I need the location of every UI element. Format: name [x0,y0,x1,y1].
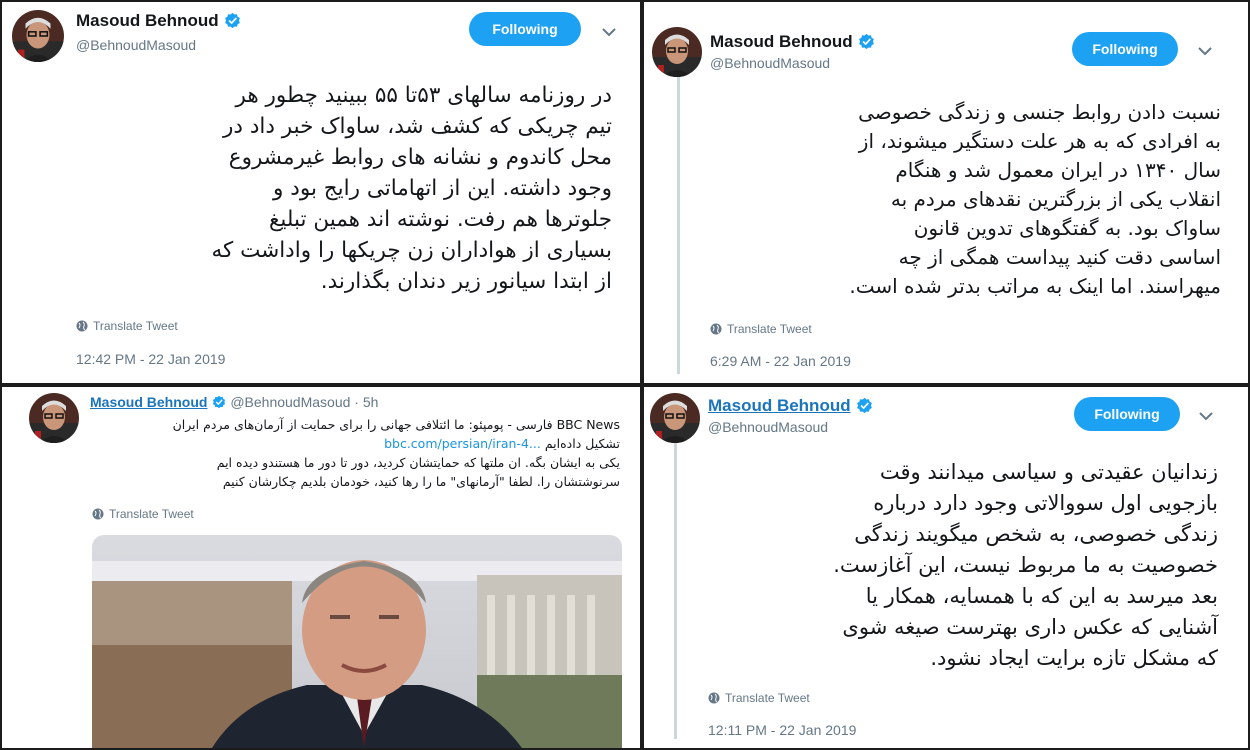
translate-tweet-link[interactable]: Translate Tweet [710,322,812,336]
tweet-line: سال ۱۳۴۰ در ایران معمول شد و هنگام [895,158,1221,182]
following-button[interactable]: Following [469,12,581,46]
tweet-text: در روزنامه سالهای ۵۳تا ۵۵ ببینید چطور هر… [211,80,612,297]
tweet-line: آشنایی که عکس داری بهترست صیغه شوی [842,615,1218,639]
tweet-line: که مشکل تازه برایت ایجاد نشود. [930,646,1218,670]
translate-tweet-link[interactable]: Translate Tweet [76,319,178,333]
tweet-line: بعد میرسد به این که با همسایه، همکار یا [865,584,1218,608]
tweet-line: خصوصیت به ما مربوط نیست، این آغازست. [833,553,1218,577]
attached-photo[interactable] [92,535,622,748]
tweet-line: جلوترها هم رفت. نوشته اند همین تبلیغ [268,207,612,232]
article-link[interactable]: bbc.com/persian/iran-4... [384,436,541,451]
display-name[interactable]: Masoud Behnoud [710,32,875,52]
tweet-line: انقلاب یکی از بزرگترین نقدهای مردم به [890,187,1221,211]
translate-label: Translate Tweet [93,319,178,333]
quote-title: تشکیل داده‌ایم [544,436,620,451]
tweet-line: زندگی خصوصی، به شخص میگویند زندگی [854,522,1218,546]
globe-icon [92,508,104,520]
verified-badge-icon [858,33,875,50]
quote-source: BBC News [556,417,620,432]
quote-title: فارسی - پومپئو: ما ائتلافی جهانی را برای… [172,417,553,432]
tweet-line: میهراسند. اما اینک به مراتب بدتر شده است… [849,274,1221,298]
tweet-line: بازجویی اول سووالاتی وجود دارد درباره [873,491,1218,515]
verified-badge-icon [224,12,241,29]
tweet-text: نسبت دادن روابط جنسی و زندگی خصوصی به اف… [849,98,1221,301]
translate-label: Translate Tweet [109,507,194,521]
globe-icon [708,692,720,704]
avatar[interactable] [652,27,702,77]
pompeo-photo-icon [92,535,622,748]
display-name-text: Masoud Behnoud [710,32,853,51]
timestamp[interactable]: 6:29 AM - 22 Jan 2019 [710,353,851,369]
avatar[interactable] [29,393,79,443]
display-name[interactable]: Masoud Behnoud [708,396,873,416]
user-handle[interactable]: @BehnoudMasoud [230,394,350,410]
tweet-card-4: Masoud Behnoud @BehnoudMasoud Following … [644,387,1248,748]
profile-photo-icon [29,393,79,443]
profile-photo-icon [650,393,700,443]
globe-icon [710,323,722,335]
user-handle[interactable]: @BehnoudMasoud [708,419,828,435]
tweet-card-1: Masoud Behnoud @BehnoudMasoud Following … [2,2,640,383]
verified-badge-icon [856,397,873,414]
tweet-text: زندانیان عقیدتی و سیاسی میدانند وقت بازج… [833,457,1218,674]
quote-line-1: BBC News فارسی - پومپئو: ما ائتلافی جهان… [173,415,620,434]
tweet-line: محل کاندوم و نشانه های روابط غیرمشروع [228,145,612,170]
following-button[interactable]: Following [1072,32,1178,66]
user-handle[interactable]: @BehnoudMasoud [76,37,196,53]
tweet-line: ساواک بود. به گفتگوهای تدوین قانون [913,216,1221,240]
chevron-down-icon[interactable] [1198,46,1212,56]
quote-line-2: تشکیل داده‌ایم bbc.com/persian/iran-4... [173,434,620,453]
tweet-line: بسیاری از هواداران زن چریکها را واداشت ک… [211,238,612,263]
tweet-card-3: Masoud Behnoud @BehnoudMasoud · 5h BBC N… [2,387,640,748]
tweet-line: از ابتدا سیانور زیر دندان بگذارند. [320,269,612,294]
timestamp[interactable]: 12:42 PM - 22 Jan 2019 [76,351,225,367]
thread-line [674,439,677,739]
avatar[interactable] [650,393,700,443]
display-name[interactable]: Masoud Behnoud [76,11,241,31]
tweet-line: اساسی دقت کنید پیداست همگی از چه [898,245,1221,269]
tweet-card-2: Masoud Behnoud @BehnoudMasoud Following … [644,2,1248,383]
tweet-text: BBC News فارسی - پومپئو: ما ائتلافی جهان… [173,415,620,491]
translate-label: Translate Tweet [727,322,812,336]
tweet-line: تیم چریکی که کشف شد، ساواک خبر داد در [223,114,612,139]
screenshot-collage: Masoud Behnoud @BehnoudMasoud Following … [0,0,1250,750]
chevron-down-icon[interactable] [602,27,616,37]
thread-line [677,74,680,374]
tweet-header: Masoud Behnoud @BehnoudMasoud · 5h [90,394,378,410]
chevron-down-icon[interactable] [1199,411,1213,421]
timestamp[interactable]: 12:11 PM - 22 Jan 2019 [708,722,856,738]
comment-line: سرنوشتشان را. لطفا "آرمانهای" ما را رها … [222,474,620,489]
profile-photo-icon [652,27,702,77]
user-handle[interactable]: @BehnoudMasoud [710,55,830,71]
comment-line: یکی به ایشان بگه. ان ملتها که حمایتشان ک… [216,455,620,470]
verified-badge-icon [212,395,226,409]
following-button[interactable]: Following [1074,397,1180,431]
tweet-age[interactable]: 5h [363,394,379,410]
separator-dot: · [354,394,359,410]
tweet-line: زندانیان عقیدتی و سیاسی میدانند وقت [879,460,1218,484]
display-name-text: Masoud Behnoud [708,396,851,415]
tweet-line: به افرادی که به هر علت دستگیر میشوند، از [858,129,1221,153]
translate-label: Translate Tweet [725,691,810,705]
globe-icon [76,320,88,332]
display-name-text: Masoud Behnoud [76,11,219,30]
tweet-line: نسبت دادن روابط جنسی و زندگی خصوصی [858,100,1221,124]
translate-tweet-link[interactable]: Translate Tweet [92,507,194,521]
tweet-line: وجود داشته. این از اتهاماتی رایج بود و [273,176,612,201]
profile-photo-icon [12,10,64,62]
tweet-line: در روزنامه سالهای ۵۳تا ۵۵ ببینید چطور هر [235,83,612,108]
avatar[interactable] [12,10,64,62]
translate-tweet-link[interactable]: Translate Tweet [708,691,810,705]
display-name[interactable]: Masoud Behnoud [90,394,207,410]
